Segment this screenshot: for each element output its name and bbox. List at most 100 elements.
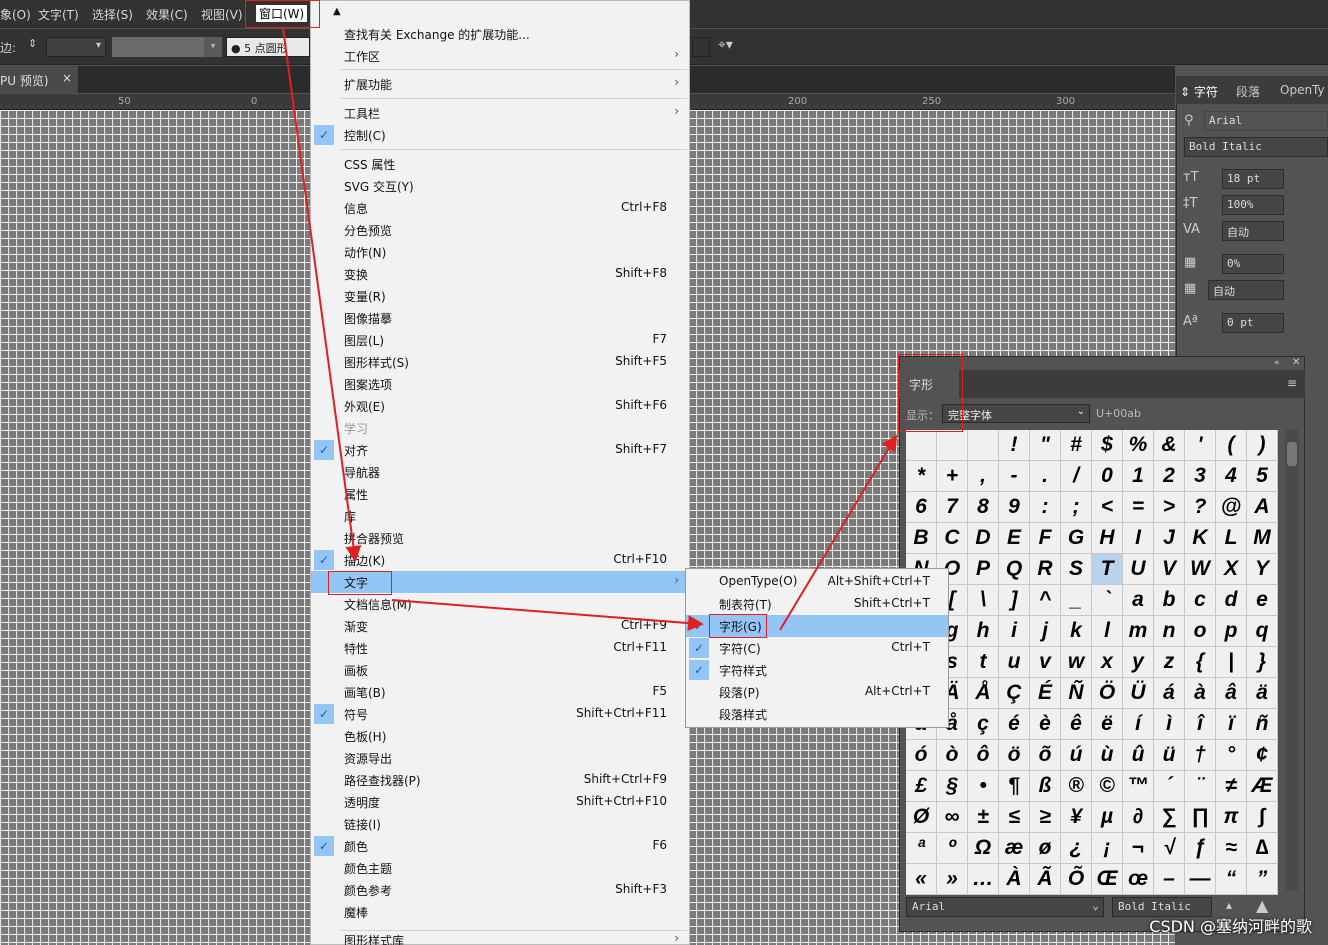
- glyph-cell[interactable]: m: [1123, 616, 1154, 647]
- window-menu-item[interactable]: 图形样式库 ›: [311, 929, 689, 945]
- window-menu-item[interactable]: 导航器: [311, 461, 689, 483]
- window-menu-item[interactable]: ✓ 颜色 F6: [311, 835, 689, 857]
- glyph-cell[interactable]: _: [1061, 585, 1092, 616]
- glyph-cell[interactable]: ": [1030, 430, 1061, 461]
- scroll-up-icon[interactable]: ▲: [333, 6, 341, 17]
- text-submenu-item[interactable]: 制表符(T) Shift+Ctrl+T: [686, 593, 948, 615]
- glyph-cell[interactable]: L: [1216, 523, 1247, 554]
- glyph-cell[interactable]: W: [1185, 554, 1216, 585]
- glyph-cell[interactable]: 4: [1216, 461, 1247, 492]
- glyph-cell[interactable]: $: [1092, 430, 1123, 461]
- window-menu-item[interactable]: 分色预览: [311, 219, 689, 241]
- window-menu-item[interactable]: CSS 属性: [311, 153, 689, 175]
- window-menu-item[interactable]: 库: [311, 505, 689, 527]
- aki-field[interactable]: 自动: [1208, 280, 1284, 300]
- glyph-cell[interactable]: E: [999, 523, 1030, 554]
- glyph-cell[interactable]: Ø: [906, 802, 937, 833]
- glyph-cell[interactable]: É: [1030, 678, 1061, 709]
- glyph-cell[interactable]: b: [1154, 585, 1185, 616]
- glyph-cell[interactable]: k: [1061, 616, 1092, 647]
- glyph-cell[interactable]: ,: [968, 461, 999, 492]
- glyph-cell[interactable]: >: [1154, 492, 1185, 523]
- glyph-cell[interactable]: Ü: [1123, 678, 1154, 709]
- toolbar-field[interactable]: [692, 37, 710, 57]
- glyph-cell[interactable]: ≤: [999, 802, 1030, 833]
- glyph-cell[interactable]: ≈: [1216, 833, 1247, 864]
- glyph-cell[interactable]: ƒ: [1185, 833, 1216, 864]
- glyph-cell[interactable]: @: [1216, 492, 1247, 523]
- glyph-cell[interactable]: â: [1216, 678, 1247, 709]
- glyph-cell[interactable]: ô: [968, 740, 999, 771]
- glyph-cell[interactable]: [906, 430, 937, 461]
- glyph-cell[interactable]: ): [1247, 430, 1278, 461]
- glyph-cell[interactable]: :: [1030, 492, 1061, 523]
- glyph-cell[interactable]: ¥: [1061, 802, 1092, 833]
- glyph-cell[interactable]: w: [1061, 647, 1092, 678]
- glyph-cell[interactable]: Ö: [1092, 678, 1123, 709]
- window-menu-item[interactable]: 路径查找器(P) Shift+Ctrl+F9: [311, 769, 689, 791]
- glyph-cell[interactable]: [968, 430, 999, 461]
- stroke-stepper[interactable]: ⇕: [28, 37, 46, 57]
- glyph-cell[interactable]: u: [999, 647, 1030, 678]
- glyph-cell[interactable]: `: [1092, 585, 1123, 616]
- glyph-cell[interactable]: p: [1216, 616, 1247, 647]
- glyph-cell[interactable]: U: [1123, 554, 1154, 585]
- glyph-cell[interactable]: Ã: [1030, 864, 1061, 895]
- glyph-cell[interactable]: ¨: [1185, 771, 1216, 802]
- glyph-cell[interactable]: ö: [999, 740, 1030, 771]
- glyph-cell[interactable]: ¬: [1123, 833, 1154, 864]
- window-menu-item[interactable]: 信息 Ctrl+F8: [311, 197, 689, 219]
- glyph-cell[interactable]: R: [1030, 554, 1061, 585]
- window-menu-item[interactable]: 链接(I): [311, 813, 689, 835]
- window-menu-item[interactable]: 学习: [311, 417, 689, 439]
- glyph-cell[interactable]: C: [937, 523, 968, 554]
- text-submenu-item[interactable]: ✓ 字符样式: [686, 659, 948, 681]
- window-menu-item[interactable]: 变换 Shift+F8: [311, 263, 689, 285]
- glyph-cell[interactable]: D: [968, 523, 999, 554]
- glyph-cell[interactable]: †: [1185, 740, 1216, 771]
- window-menu-item[interactable]: 变量(R): [311, 285, 689, 307]
- collapse-icon[interactable]: «: [1274, 358, 1280, 368]
- glyph-cell[interactable]: ï: [1216, 709, 1247, 740]
- scrollbar-thumb[interactable]: [1287, 442, 1297, 466]
- text-submenu-item[interactable]: 段落(P) Alt+Ctrl+T: [686, 681, 948, 703]
- glyph-cell[interactable]: Ω: [968, 833, 999, 864]
- glyph-cell[interactable]: v: [1030, 647, 1061, 678]
- window-menu-item[interactable]: 透明度 Shift+Ctrl+F10: [311, 791, 689, 813]
- glyph-cell[interactable]: S: [1061, 554, 1092, 585]
- glyph-cell[interactable]: “: [1216, 864, 1247, 895]
- glyph-cell[interactable]: ^: [1030, 585, 1061, 616]
- glyph-cell[interactable]: æ: [999, 833, 1030, 864]
- window-menu-item[interactable]: ✓ 符号 Shift+Ctrl+F11: [311, 703, 689, 725]
- glyph-cell[interactable]: (: [1216, 430, 1247, 461]
- glyph-cell[interactable]: P: [968, 554, 999, 585]
- glyph-cell[interactable]: î: [1185, 709, 1216, 740]
- window-menu-item[interactable]: 查找有关 Exchange 的扩展功能...: [311, 23, 689, 45]
- glyph-cell[interactable]: 7: [937, 492, 968, 523]
- glyph-cell[interactable]: y: [1123, 647, 1154, 678]
- window-menu-item[interactable]: SVG 交互(Y): [311, 175, 689, 197]
- glyph-cell[interactable]: X: [1216, 554, 1247, 585]
- window-menu-item[interactable]: 工具栏 ›: [311, 102, 689, 124]
- glyph-cell[interactable]: ?: [1185, 492, 1216, 523]
- window-menu-item[interactable]: 画笔(B) F5: [311, 681, 689, 703]
- window-menu-item[interactable]: 工作区 ›: [311, 45, 689, 67]
- glyph-cell[interactable]: q: [1247, 616, 1278, 647]
- tab-opentype[interactable]: OpenTy: [1280, 83, 1325, 97]
- glyph-cell[interactable]: ë: [1092, 709, 1123, 740]
- glyph-cell[interactable]: ∑: [1154, 802, 1185, 833]
- glyph-cell[interactable]: G: [1061, 523, 1092, 554]
- glyph-cell[interactable]: ´: [1154, 771, 1185, 802]
- glyph-cell[interactable]: °: [1216, 740, 1247, 771]
- glyph-cell[interactable]: û: [1123, 740, 1154, 771]
- glyph-cell[interactable]: l: [1092, 616, 1123, 647]
- glyph-cell[interactable]: Ñ: [1061, 678, 1092, 709]
- glyph-cell[interactable]: /: [1061, 461, 1092, 492]
- glyph-cell[interactable]: ú: [1061, 740, 1092, 771]
- glyph-cell[interactable]: ó: [906, 740, 937, 771]
- glyph-cell[interactable]: ©: [1092, 771, 1123, 802]
- glyph-cell[interactable]: ∏: [1185, 802, 1216, 833]
- glyph-cell[interactable]: A: [1247, 492, 1278, 523]
- window-menu-item[interactable]: 特性 Ctrl+F11: [311, 637, 689, 659]
- glyph-cell[interactable]: B: [906, 523, 937, 554]
